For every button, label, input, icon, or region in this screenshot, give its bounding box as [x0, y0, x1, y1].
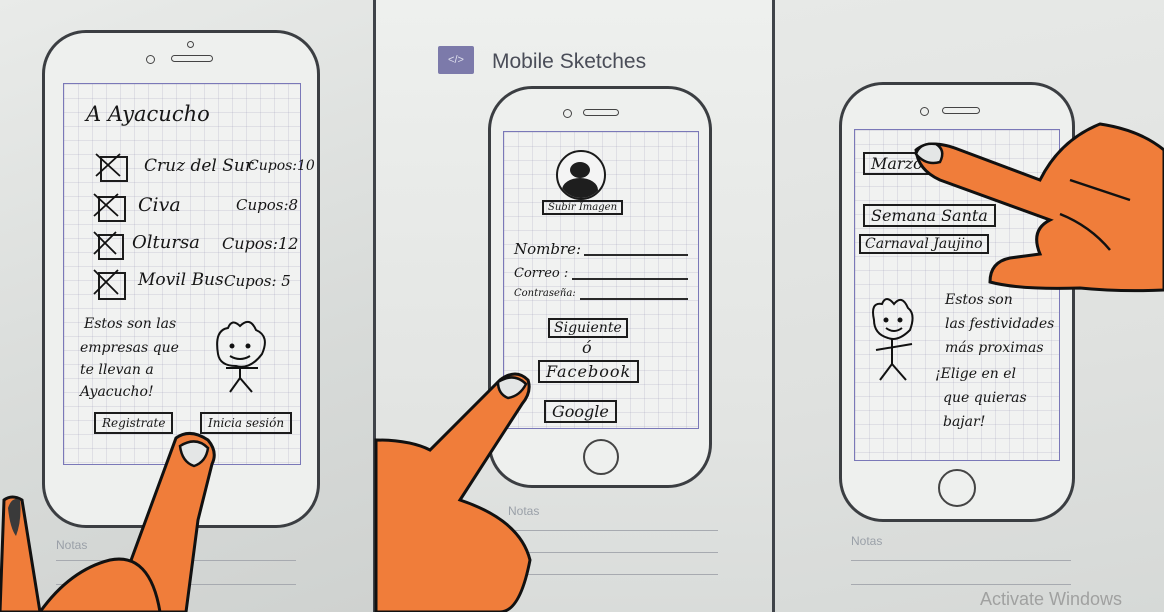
finger-pointer [0, 432, 216, 612]
stick-figure-drawing [216, 320, 266, 393]
finger-pointer [914, 122, 1164, 293]
finger-pointer [374, 372, 532, 612]
checkbox-marks [93, 153, 121, 295]
windows-activation-watermark: Activate Windows [979, 589, 1122, 609]
drawing-overlay [0, 122, 1164, 612]
stick-figure-drawing [872, 298, 914, 381]
